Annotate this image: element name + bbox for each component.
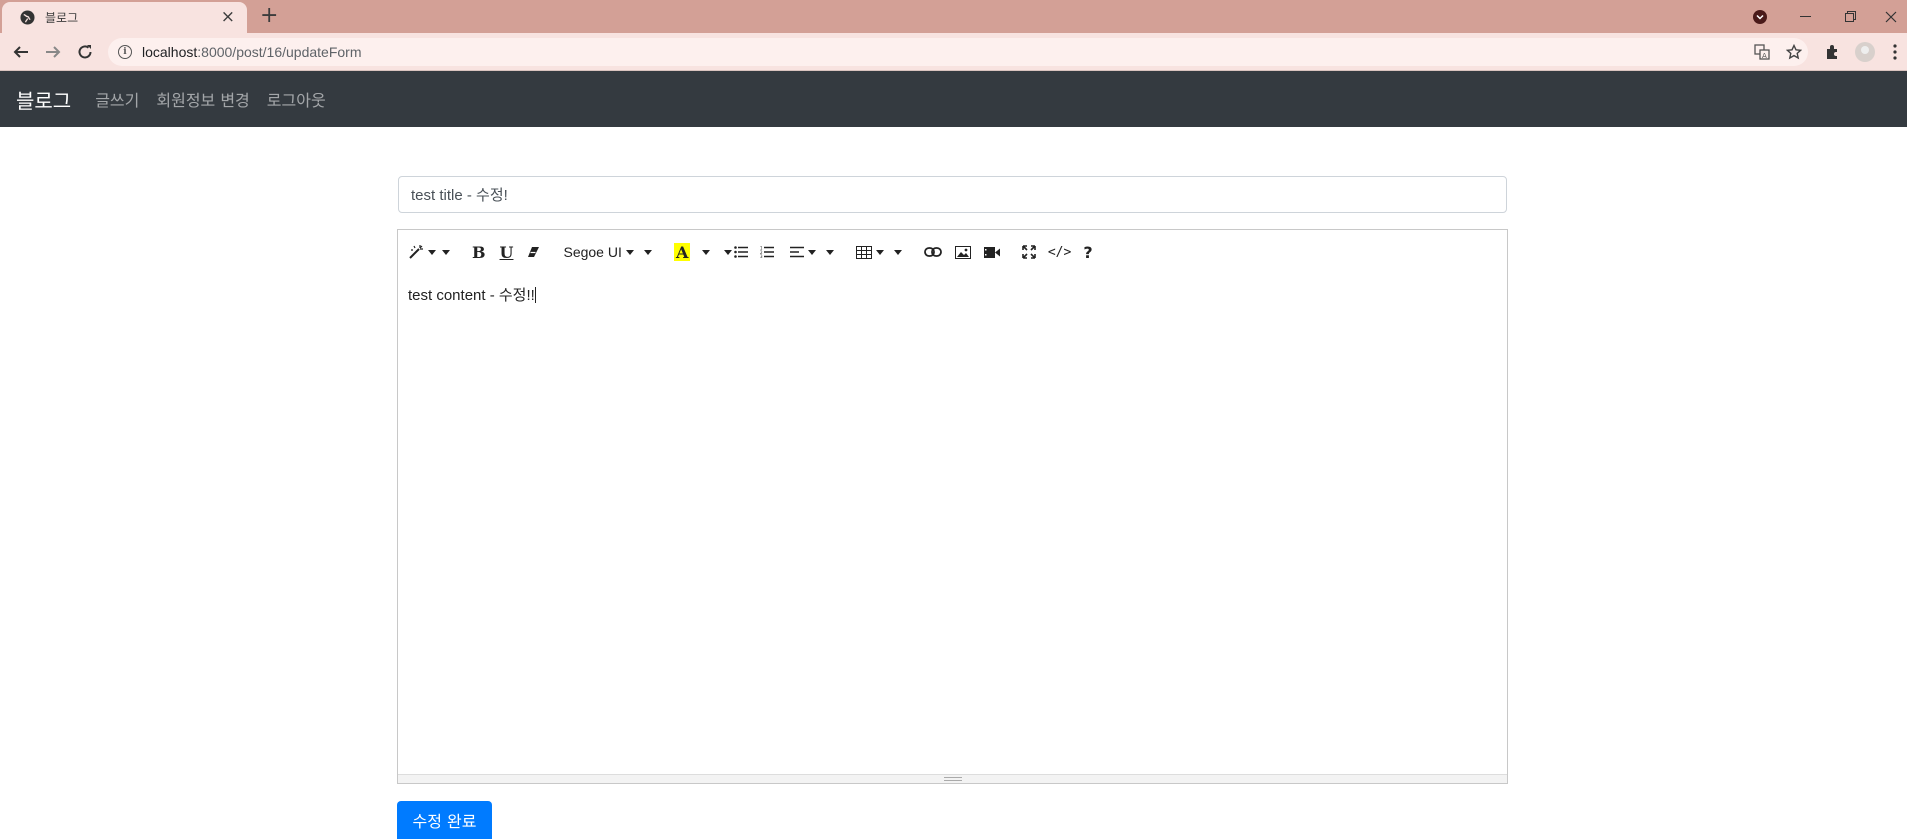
url-text: localhost:8000/post/16/updateForm bbox=[142, 44, 362, 60]
browser-tabstrip: 블로그 × + bbox=[0, 0, 1907, 33]
extensions-icon[interactable] bbox=[1822, 42, 1842, 62]
browser-toolbar: i localhost:8000/post/16/updateForm A bbox=[0, 33, 1907, 71]
eraser-icon[interactable] bbox=[527, 238, 541, 266]
forward-icon[interactable] bbox=[42, 41, 64, 63]
tab-title: 블로그 bbox=[45, 11, 79, 25]
title-input[interactable] bbox=[398, 176, 1507, 213]
close-window-icon[interactable] bbox=[1875, 0, 1907, 33]
new-tab-button[interactable]: + bbox=[260, 4, 278, 28]
minimize-icon[interactable] bbox=[1785, 0, 1825, 33]
star-icon[interactable] bbox=[1784, 42, 1804, 62]
editor-resize-bar[interactable] bbox=[398, 774, 1507, 783]
font-name-dropdown[interactable]: Segoe UI bbox=[563, 238, 652, 266]
svg-text:A: A bbox=[1762, 52, 1767, 60]
ordered-list-icon[interactable]: 123 bbox=[760, 238, 774, 266]
rich-text-editor: B U Segoe UI A 123 </> ? test content - … bbox=[397, 229, 1508, 784]
text-color-icon[interactable]: A bbox=[673, 238, 710, 266]
bold-icon[interactable]: B bbox=[472, 238, 486, 266]
nav-link-user-info[interactable]: 회원정보 변경 bbox=[156, 87, 249, 111]
site-navbar: 블로그 글쓰기 회원정보 변경 로그아웃 bbox=[0, 71, 1907, 127]
resize-grip-icon bbox=[943, 777, 962, 781]
style-magic-icon[interactable] bbox=[408, 238, 450, 266]
back-icon[interactable] bbox=[10, 41, 32, 63]
fullscreen-icon[interactable] bbox=[1022, 238, 1036, 266]
nav-link-write[interactable]: 글쓰기 bbox=[95, 87, 139, 111]
picture-icon[interactable] bbox=[954, 238, 971, 266]
text-cursor bbox=[534, 287, 536, 303]
submit-update-button[interactable]: 수정 완료 bbox=[397, 801, 492, 839]
underline-icon[interactable]: U bbox=[500, 238, 514, 266]
table-icon[interactable] bbox=[855, 238, 902, 266]
link-icon[interactable] bbox=[923, 238, 942, 266]
editor-content[interactable]: test content - 수정!! bbox=[398, 274, 1507, 315]
unordered-list-icon[interactable] bbox=[720, 238, 748, 266]
svg-text:A: A bbox=[675, 243, 689, 261]
info-icon[interactable]: i bbox=[118, 45, 132, 59]
address-bar[interactable]: i localhost:8000/post/16/updateForm bbox=[108, 38, 1808, 66]
font-name-label: Segoe UI bbox=[563, 244, 622, 260]
nav-link-logout[interactable]: 로그아웃 bbox=[267, 87, 326, 111]
align-icon[interactable] bbox=[789, 238, 834, 266]
video-icon[interactable] bbox=[983, 238, 1000, 266]
globe-icon bbox=[20, 10, 35, 25]
navbar-brand[interactable]: 블로그 bbox=[16, 85, 71, 114]
svg-text:3: 3 bbox=[760, 254, 763, 258]
profile-avatar[interactable] bbox=[1855, 42, 1875, 62]
tab-close-icon[interactable]: × bbox=[221, 9, 235, 26]
codeview-icon[interactable]: </> bbox=[1048, 238, 1071, 266]
help-icon[interactable]: ? bbox=[1083, 238, 1092, 266]
tab-search-icon[interactable] bbox=[1740, 0, 1780, 33]
editor-text: test content - 수정!! bbox=[408, 287, 535, 304]
restore-icon[interactable] bbox=[1830, 0, 1870, 33]
browser-tab[interactable]: 블로그 × bbox=[2, 2, 247, 33]
editor-toolbar: B U Segoe UI A 123 </> ? bbox=[398, 230, 1507, 274]
menu-icon[interactable] bbox=[1888, 42, 1902, 62]
reload-icon[interactable] bbox=[74, 41, 96, 63]
translate-icon[interactable]: A bbox=[1752, 42, 1772, 62]
